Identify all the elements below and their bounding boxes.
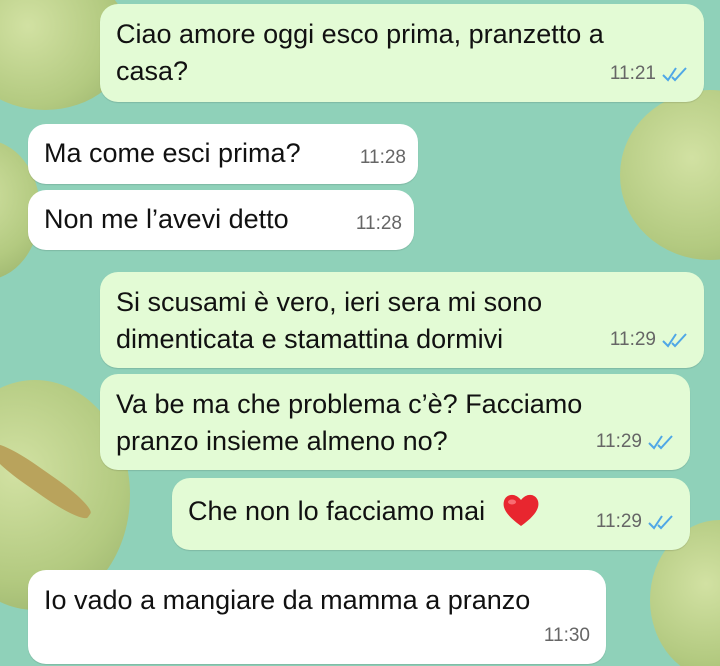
message-bubble-outgoing[interactable]: Ciao amore oggi esco prima, pranzetto a … <box>100 4 704 102</box>
message-text-line: dimenticata e stamattina dormivi <box>116 324 504 354</box>
message-text-line: Ma come esci prima? <box>44 138 301 168</box>
message-text-line: Io vado a mangiare da mamma a pranzo <box>44 585 531 615</box>
message-text-line: pranzo insieme almeno no? <box>116 426 448 456</box>
message-text-line: Che non lo facciamo mai <box>188 496 486 526</box>
message-time: 11:21 <box>609 63 656 84</box>
message-time: 11:29 <box>609 329 656 350</box>
message-meta: 11:30 <box>544 617 590 654</box>
message-time: 11:29 <box>595 511 642 532</box>
message-meta: 11:28 <box>356 205 402 242</box>
message-bubble-incoming[interactable]: Ma come esci prima? 11:28 <box>28 124 418 184</box>
message-text-line: Ciao amore oggi esco prima, pranzetto a <box>116 19 604 49</box>
message-text-line: casa? <box>116 56 189 86</box>
message-text-line: Si scusami è vero, ieri sera mi sono <box>116 287 543 317</box>
read-ticks-icon <box>662 332 687 348</box>
message-bubble-outgoing[interactable]: Si scusami è vero, ieri sera mi sono dim… <box>100 272 704 368</box>
read-ticks-icon <box>648 514 673 530</box>
message-time: 11:30 <box>543 625 590 646</box>
message-meta: 11:29 <box>596 503 676 540</box>
message-time: 11:28 <box>355 213 402 234</box>
message-text-line: Non me l’avevi detto <box>44 204 289 234</box>
message-meta: 11:21 <box>610 55 690 92</box>
read-ticks-icon <box>648 434 673 450</box>
message-bubble-outgoing[interactable]: Va be ma che problema c’è? Facciamo pran… <box>100 374 690 470</box>
macaron-decoration <box>620 90 720 260</box>
message-time: 11:28 <box>359 147 406 168</box>
message-meta: 11:29 <box>596 423 676 460</box>
message-text-line: Va be ma che problema c’è? Facciamo <box>116 389 583 419</box>
message-bubble-outgoing[interactable]: Che non lo facciamo mai 11:29 <box>172 478 690 550</box>
message-bubble-incoming[interactable]: Io vado a mangiare da mamma a pranzo 11:… <box>28 570 606 664</box>
message-meta: 11:28 <box>360 139 406 176</box>
message-bubble-incoming[interactable]: Non me l’avevi detto 11:28 <box>28 190 414 250</box>
message-time: 11:29 <box>595 431 642 452</box>
message-meta: 11:29 <box>610 321 690 358</box>
heart-icon <box>503 494 539 526</box>
read-ticks-icon <box>662 66 687 82</box>
